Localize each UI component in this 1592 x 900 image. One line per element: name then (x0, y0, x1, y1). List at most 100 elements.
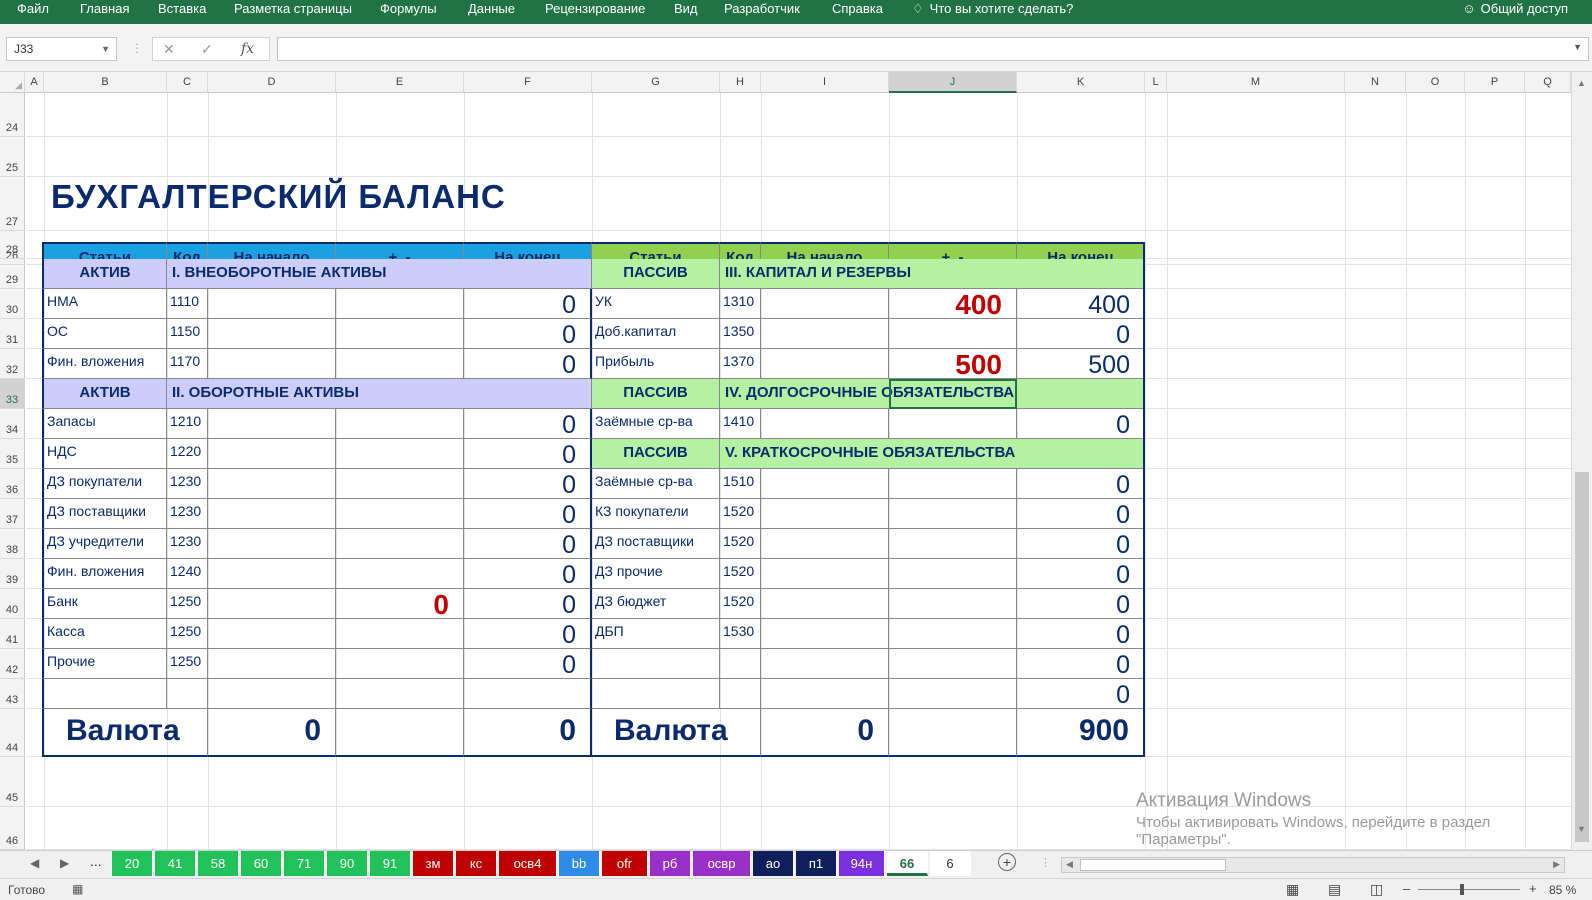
row-header[interactable]: 29 (0, 259, 25, 289)
sheet-tab[interactable]: 90 (327, 851, 368, 876)
row-end[interactable]: 0 (1017, 619, 1145, 649)
row-label[interactable]: Фин. вложения (42, 349, 167, 379)
column-header-b[interactable]: B (44, 72, 167, 93)
row-header[interactable]: 42 (0, 649, 25, 679)
row-end[interactable]: 0 (464, 289, 592, 319)
prev-sheet-icon[interactable]: ◀ (30, 856, 39, 870)
row-start[interactable] (761, 409, 889, 439)
zoom-out-icon[interactable]: – (1403, 881, 1410, 896)
row-end[interactable]: 0 (1017, 319, 1145, 349)
row-start[interactable] (761, 589, 889, 619)
sheet-tab[interactable]: 91 (370, 851, 411, 876)
row-end[interactable]: 0 (464, 499, 592, 529)
page-break-icon[interactable]: ◫ (1370, 881, 1383, 898)
row-delta[interactable] (889, 559, 1017, 589)
column-header-o[interactable]: O (1406, 72, 1465, 93)
sheet-tab[interactable]: 6 (930, 851, 971, 876)
row-delta[interactable] (336, 469, 464, 499)
row-delta[interactable] (889, 589, 1017, 619)
row-delta[interactable] (336, 349, 464, 379)
column-header-g[interactable]: G (592, 72, 720, 93)
sheet-tab[interactable]: осв4 (499, 851, 557, 876)
row-end[interactable]: 0 (1017, 499, 1145, 529)
sheet-tab[interactable]: 71 (284, 851, 325, 876)
row-header[interactable]: 32 (0, 349, 25, 379)
row-header[interactable]: 43 (0, 679, 25, 709)
row-code[interactable]: 1370 (720, 349, 761, 379)
sheet-tab[interactable]: 58 (198, 851, 239, 876)
row-label[interactable]: НДС (42, 439, 167, 469)
row-start[interactable] (208, 499, 336, 529)
row-start[interactable] (208, 289, 336, 319)
row-label[interactable]: УК (592, 289, 720, 319)
row-delta[interactable] (889, 679, 1017, 709)
row-header[interactable]: 46 (0, 807, 25, 850)
row-code[interactable]: 1230 (167, 499, 208, 529)
row-start[interactable] (208, 349, 336, 379)
sheet-tab[interactable]: 66 (887, 851, 928, 876)
ribbon-tab-7[interactable]: Вид (674, 0, 698, 17)
row-end[interactable]: 0 (464, 349, 592, 379)
row-header[interactable]: 25 (0, 137, 25, 177)
row-start[interactable] (761, 289, 889, 319)
column-header-f[interactable]: F (464, 72, 592, 93)
row-start[interactable] (208, 409, 336, 439)
sheet-tab[interactable]: кс (456, 851, 497, 876)
row-label[interactable]: Прибыль (592, 349, 720, 379)
row-start[interactable] (761, 559, 889, 589)
row-end[interactable]: 0 (464, 469, 592, 499)
row-end[interactable]: 0 (464, 529, 592, 559)
sheet-tab[interactable]: bb (559, 851, 600, 876)
row-code[interactable]: 1530 (720, 619, 761, 649)
sheet-tab[interactable]: освр (693, 851, 751, 876)
zoom-level[interactable]: 85 % (1549, 883, 1576, 897)
row-delta[interactable] (336, 529, 464, 559)
ribbon-tab-1[interactable]: Главная (80, 0, 129, 17)
more-sheets-button[interactable]: ... (90, 853, 102, 869)
row-code[interactable]: 1150 (167, 319, 208, 349)
scroll-right-icon[interactable]: ▶ (1553, 859, 1560, 870)
row-label[interactable]: Заёмные ср-ва (592, 409, 720, 439)
row-start[interactable] (208, 589, 336, 619)
row-end[interactable]: 0 (464, 649, 592, 679)
row-end[interactable] (464, 679, 592, 709)
row-label[interactable] (592, 649, 720, 679)
row-end[interactable]: 0 (1017, 529, 1145, 559)
scroll-down-icon[interactable]: ▼ (1577, 824, 1586, 834)
row-delta[interactable] (336, 679, 464, 709)
row-code[interactable]: 1520 (720, 499, 761, 529)
row-delta[interactable] (889, 529, 1017, 559)
column-header-e[interactable]: E (336, 72, 464, 93)
row-label[interactable]: Банк (42, 589, 167, 619)
row-start[interactable] (208, 679, 336, 709)
zoom-in-icon[interactable]: + (1529, 881, 1537, 896)
row-code[interactable]: 1510 (720, 469, 761, 499)
column-header-d[interactable]: D (208, 72, 336, 93)
ribbon-tab-3[interactable]: Разметка страницы (234, 0, 352, 17)
row-label[interactable]: ДЗ поставщики (592, 529, 720, 559)
normal-view-icon[interactable]: ▦ (1286, 881, 1299, 898)
row-code[interactable]: 1410 (720, 409, 761, 439)
zoom-slider-thumb[interactable] (1460, 884, 1464, 895)
row-start[interactable] (761, 649, 889, 679)
ribbon-tab-9[interactable]: Справка (832, 0, 883, 17)
row-header[interactable]: 34 (0, 409, 25, 439)
row-code[interactable]: 1250 (167, 619, 208, 649)
row-code[interactable] (720, 649, 761, 679)
row-start[interactable] (761, 499, 889, 529)
row-code[interactable]: 1220 (167, 439, 208, 469)
row-delta[interactable] (336, 289, 464, 319)
row-code[interactable]: 1240 (167, 559, 208, 589)
row-delta[interactable]: 400 (889, 289, 1017, 319)
row-label[interactable]: ДБП (592, 619, 720, 649)
row-end[interactable]: 0 (1017, 589, 1145, 619)
page-layout-icon[interactable]: ▤ (1328, 881, 1341, 898)
column-header-c[interactable]: C (167, 72, 208, 93)
row-code[interactable]: 1520 (720, 589, 761, 619)
row-delta[interactable] (336, 619, 464, 649)
row-header[interactable]: 38 (0, 529, 25, 559)
sheet-tab[interactable]: ао (753, 851, 794, 876)
row-label[interactable]: Касса (42, 619, 167, 649)
column-header-h[interactable]: H (720, 72, 761, 93)
row-label[interactable]: ДЗ покупатели (42, 469, 167, 499)
